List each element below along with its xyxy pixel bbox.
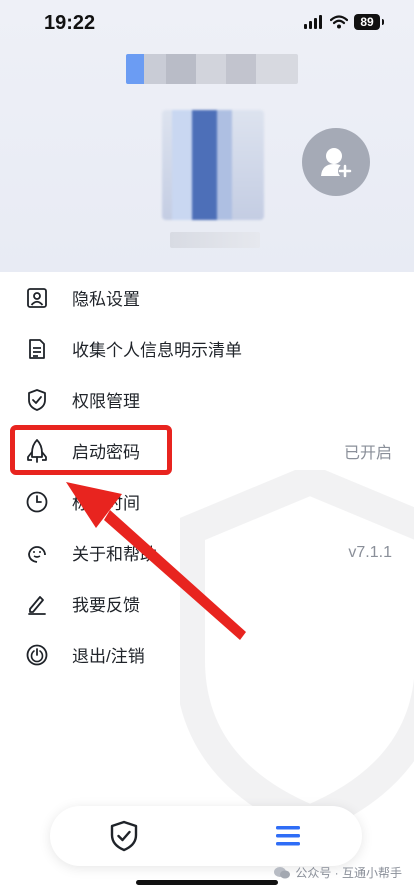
menu-item-about-and-help[interactable]: 关于和帮助 v7.1.1: [0, 527, 414, 578]
home-indicator: [136, 880, 278, 885]
blurred-qr-avatar[interactable]: [162, 110, 264, 220]
shield-check-icon: [110, 820, 138, 852]
support-face-icon: [24, 540, 50, 566]
shield-check-icon: [24, 387, 50, 413]
add-person-icon: [321, 148, 352, 178]
menu-item-personal-info-list[interactable]: 收集个人信息明示清单: [0, 323, 414, 374]
menu-item-label: 关于和帮助: [72, 545, 157, 564]
user-card-icon: [24, 285, 50, 311]
tab-menu[interactable]: [270, 818, 306, 854]
menu-item-permission-management[interactable]: 权限管理: [0, 374, 414, 425]
wechat-watermark: 公众号 · 互通小帮手: [273, 864, 402, 881]
pen-icon: [24, 591, 50, 617]
profile-header: 19:22 89: [0, 0, 414, 272]
menu-item-label: 标准时间: [72, 494, 140, 513]
menu-item-privacy-settings[interactable]: 隐私设置: [0, 272, 414, 323]
battery-indicator: 89: [354, 14, 384, 30]
blurred-account-name: [126, 54, 298, 84]
menu-item-label: 隐私设置: [72, 290, 140, 309]
clock-icon: [24, 489, 50, 515]
settings-menu: 隐私设置 收集个人信息明示清单 权限管理 启动密码 已开启 标准时间 关于和帮助…: [0, 272, 414, 680]
watermark-text: 公众号 · 互通小帮手: [295, 866, 402, 880]
menu-item-feedback[interactable]: 我要反馈: [0, 578, 414, 629]
status-icons: 89: [304, 14, 384, 30]
document-list-icon: [24, 336, 50, 362]
hamburger-icon: [276, 826, 300, 846]
status-time: 19:22: [44, 12, 96, 34]
power-icon: [24, 642, 50, 668]
signal-icon: [304, 15, 322, 29]
annotation-highlight-box: [10, 425, 172, 475]
menu-item-standard-time[interactable]: 标准时间: [0, 476, 414, 527]
wifi-icon: [330, 15, 348, 29]
blurred-account-subtitle: [170, 232, 260, 248]
menu-item-value: 已开启: [343, 444, 392, 462]
wechat-icon: [274, 866, 291, 878]
status-bar: 19:22 89: [0, 0, 414, 46]
menu-item-label: 我要反馈: [72, 596, 140, 615]
menu-item-label: 权限管理: [72, 392, 140, 411]
bottom-tab-bar: [50, 806, 362, 866]
add-contact-button[interactable]: [302, 128, 370, 196]
menu-item-label: 收集个人信息明示清单: [72, 341, 242, 360]
menu-item-label: 退出/注销: [72, 647, 145, 666]
menu-item-logout[interactable]: 退出/注销: [0, 629, 414, 680]
menu-item-value: v7.1.1: [348, 543, 392, 561]
tab-security[interactable]: [106, 818, 142, 854]
